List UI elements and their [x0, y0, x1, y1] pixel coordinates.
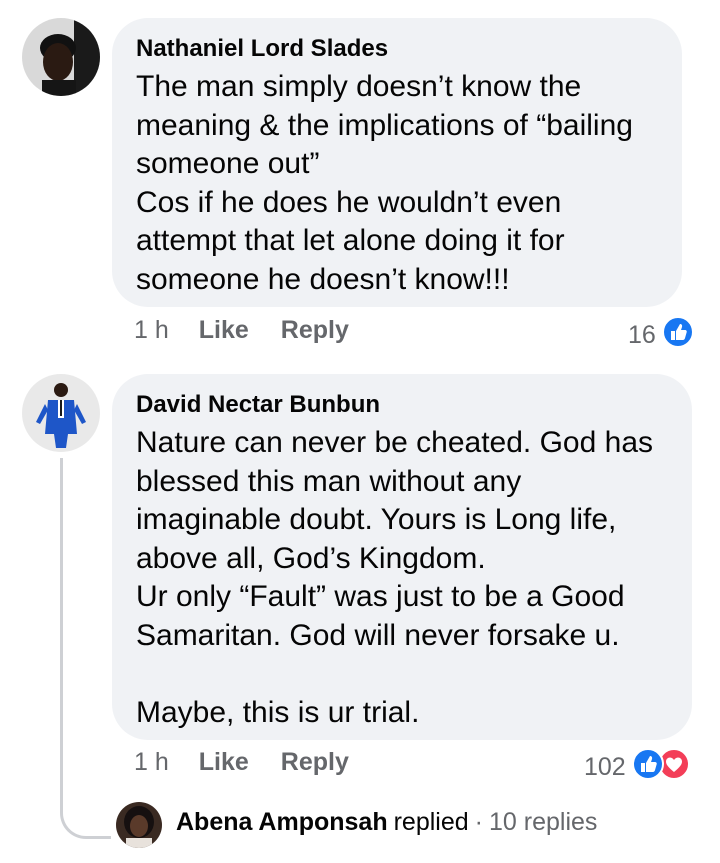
reaction-count: 16: [628, 321, 656, 349]
view-replies-link[interactable]: Abena Amponsah replied · 10 replies: [176, 808, 597, 837]
comment-author[interactable]: David Nectar Bunbun: [136, 390, 692, 420]
comment-actions: 1 h Like Reply: [134, 748, 381, 777]
reply-author: Abena Amponsah: [176, 808, 388, 836]
avatar-abena[interactable]: [116, 802, 162, 848]
like-button[interactable]: Like: [199, 748, 249, 777]
reaction-summary[interactable]: 16: [628, 316, 694, 355]
reply-button[interactable]: Reply: [281, 748, 349, 777]
comment-bubble: Nathaniel Lord Slades The man simply doe…: [112, 18, 682, 307]
comment-text: Nature can never be cheated. God has ble…: [136, 426, 654, 729]
reply-verb: replied: [393, 808, 469, 836]
comment-actions: 1 h Like Reply: [134, 316, 381, 345]
reply-count: 10 replies: [489, 808, 598, 836]
separator-dot: ·: [474, 808, 483, 836]
reaction-summary[interactable]: 102: [584, 748, 690, 787]
avatar-photo: [116, 802, 162, 848]
reaction-count: 102: [584, 753, 626, 781]
reply-button[interactable]: Reply: [281, 316, 349, 345]
comment-timestamp[interactable]: 1 h: [134, 748, 169, 777]
avatar-nathaniel[interactable]: [22, 18, 100, 96]
avatar-photo: [22, 18, 100, 96]
like-button[interactable]: Like: [199, 316, 249, 345]
thread-connector: [60, 458, 111, 839]
avatar-photo: [22, 374, 100, 452]
comment-text: The man simply doesn’t know the meaning …: [136, 70, 633, 296]
comment-timestamp[interactable]: 1 h: [134, 316, 169, 345]
like-icon: [661, 316, 694, 355]
avatar-david[interactable]: [22, 374, 100, 452]
comment-author[interactable]: Nathaniel Lord Slades: [136, 34, 682, 64]
comment-bubble: David Nectar Bunbun Nature can never be …: [112, 374, 692, 740]
like-icon: [631, 748, 664, 787]
